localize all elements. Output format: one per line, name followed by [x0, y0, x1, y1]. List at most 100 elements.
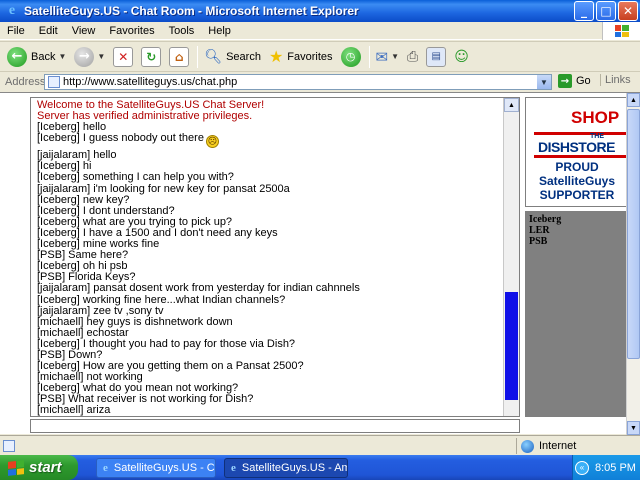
search-label: Search [226, 50, 261, 63]
edit-button[interactable]: ▤ [423, 44, 449, 70]
stop-button[interactable]: ✕ [110, 44, 136, 70]
start-label: start [29, 459, 62, 476]
links-button[interactable]: Links [600, 74, 631, 86]
security-zone: Internet [516, 438, 638, 454]
messenger-button[interactable]: ☺ [451, 44, 472, 70]
toolbar: ← Back ▼ → ▼ ✕ ↻ ⌂ 🔍︎ Search ★ Favorites… [0, 41, 640, 71]
address-dropdown-icon[interactable]: ▼ [537, 75, 551, 89]
window-controls: _ □ ✕ [574, 1, 638, 21]
address-url: http://www.satelliteguys.us/chat.php [63, 76, 238, 88]
page-icon [48, 76, 60, 88]
menu-help[interactable]: Help [201, 25, 238, 37]
history-button[interactable]: ◷ [338, 44, 364, 70]
page-status-icon [3, 439, 15, 452]
print-button[interactable]: ⎙ [404, 44, 421, 70]
page-viewport: Welcome to the SatelliteGuys.US Chat Ser… [0, 92, 640, 435]
chat-message: [jaijalaram] pansat dosent work from yes… [37, 282, 360, 295]
menu-edit[interactable]: Edit [32, 25, 65, 37]
chat-message: [Iceberg] I thought you had to pay for t… [37, 337, 296, 350]
mail-icon: ✉ [375, 47, 389, 66]
taskbar-item-active[interactable]: e SatelliteGuys.US - Am... [224, 458, 348, 478]
zone-label: Internet [539, 440, 577, 452]
mail-button[interactable]: ✉ ▼ [373, 44, 403, 70]
status-bar: Internet [0, 435, 640, 455]
refresh-icon: ↻ [141, 46, 162, 67]
back-label: Back [31, 50, 56, 63]
user-list-panel: Iceberg LER PSB [525, 211, 627, 417]
favorites-label: Favorites [287, 50, 333, 63]
taskbar-item[interactable]: e SatelliteGuys.US - Ch... [96, 458, 216, 478]
minimize-button[interactable]: _ [574, 1, 594, 21]
clock: 8:05 PM [595, 461, 636, 474]
dishstore-logo: THE DISHSTORE [534, 132, 626, 158]
ad-banner[interactable]: SHOP THE DISHSTORE PROUD SatelliteGuys S… [525, 97, 627, 207]
chat-scroll-thumb[interactable] [505, 292, 518, 400]
menu-file[interactable]: File [0, 25, 32, 37]
go-button[interactable]: → Go [558, 74, 591, 88]
maximize-button[interactable]: □ [596, 1, 616, 21]
ie-icon: e [103, 462, 108, 474]
favorites-star-icon: ★ [268, 47, 284, 66]
address-input[interactable]: http://www.satelliteguys.us/chat.php ▼ [44, 74, 552, 90]
toolbar-separator [197, 45, 199, 68]
page-scrollbar[interactable]: ▲ ▼ [626, 93, 640, 435]
menu-favorites[interactable]: Favorites [102, 25, 161, 37]
user-list-item[interactable]: Iceberg [529, 214, 623, 225]
close-button[interactable]: ✕ [618, 1, 638, 21]
user-list-item[interactable]: LER [529, 225, 623, 236]
ie-icon: e [231, 462, 236, 474]
home-icon: ⌂ [169, 46, 190, 67]
messenger-icon: ☺ [454, 48, 469, 65]
ad-supporter-text: SUPPORTER [539, 188, 615, 202]
chat-message: [Iceberg] working fine here...what India… [37, 293, 286, 306]
chat-log-frame: Welcome to the SatelliteGuys.US Chat Ser… [30, 97, 520, 417]
forward-dropdown-icon[interactable]: ▼ [97, 52, 105, 61]
forward-arrow-icon: → [74, 46, 95, 67]
address-bar: Address http://www.satelliteguys.us/chat… [0, 71, 640, 91]
search-icon: 🔍︎ [204, 48, 223, 65]
ad-proud-text: PROUD [555, 160, 599, 174]
chat-message: [jaijalaram] i'm looking for new key for… [37, 182, 290, 195]
ad-shop-text: SHOP [571, 108, 620, 127]
chat-message: [Iceberg] I guess nobody out there ☹ [37, 132, 219, 149]
start-button[interactable]: start [0, 455, 78, 480]
user-list-item[interactable]: PSB [529, 236, 623, 247]
chat-message: [michaell] ariza [37, 404, 111, 416]
page-scroll-down-icon[interactable]: ▼ [627, 421, 640, 435]
chat-message: [jaijalaram] hello [37, 149, 117, 162]
taskbar: start e SatelliteGuys.US - Ch... e Satel… [0, 455, 640, 480]
search-button[interactable]: 🔍︎ Search [201, 44, 264, 70]
back-button[interactable]: ← Back ▼ [4, 44, 69, 70]
page-scroll-thumb[interactable] [627, 109, 640, 359]
smiley-icon: ☹ [205, 135, 219, 149]
tray-expand-icon[interactable]: « [575, 460, 589, 475]
window-title: SatelliteGuys.US - Chat Room - Microsoft… [24, 4, 359, 18]
system-message: Server has verified administrative privi… [37, 110, 253, 123]
back-arrow-icon: ← [7, 46, 27, 67]
chat-message-input[interactable] [30, 419, 520, 433]
menu-tools[interactable]: Tools [162, 25, 202, 37]
toolbar-separator [368, 45, 370, 68]
page-scroll-up-icon[interactable]: ▲ [627, 93, 640, 107]
mail-dropdown-icon[interactable]: ▼ [391, 52, 399, 61]
chat-message: [Iceberg] something I can help you with? [37, 171, 234, 184]
home-button[interactable]: ⌂ [166, 44, 192, 70]
globe-icon [521, 439, 534, 453]
favorites-button[interactable]: ★ Favorites [266, 44, 336, 70]
go-arrow-icon: → [558, 74, 572, 88]
title-bar: e SatelliteGuys.US - Chat Room - Microso… [0, 0, 640, 22]
stop-icon: ✕ [113, 46, 134, 67]
refresh-button[interactable]: ↻ [138, 44, 164, 70]
ad-brand-text: SatelliteGuys [538, 174, 616, 188]
history-icon: ◷ [340, 46, 361, 67]
system-tray: « 8:05 PM [572, 455, 640, 480]
menu-bar: File Edit View Favorites Tools Help [0, 22, 640, 40]
back-dropdown-icon[interactable]: ▼ [58, 52, 66, 61]
chat-scroll-up-icon[interactable]: ▲ [504, 98, 519, 112]
forward-button[interactable]: → ▼ [71, 44, 108, 70]
menu-view[interactable]: View [65, 25, 103, 37]
chat-log: Welcome to the SatelliteGuys.US Chat Ser… [37, 100, 503, 416]
windows-flag-icon [8, 459, 24, 476]
chat-scrollbar[interactable]: ▲ [503, 98, 519, 416]
edit-page-icon: ▤ [426, 46, 447, 67]
